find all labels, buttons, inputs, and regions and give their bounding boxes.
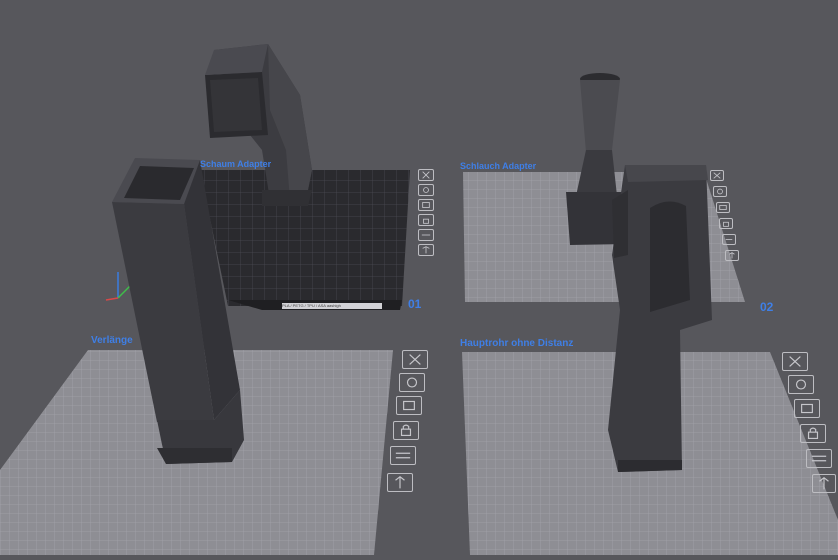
- scene-svg: [0, 44, 838, 555]
- plate-2-close-icon[interactable]: [710, 170, 724, 181]
- plate-3-arrange-icon[interactable]: [396, 396, 422, 415]
- plate-1-move-icon[interactable]: [418, 244, 434, 256]
- plate-2-label[interactable]: Schlauch Adapter: [460, 161, 536, 171]
- plate-2-settings-icon[interactable]: [722, 234, 736, 245]
- plate-4-close-icon[interactable]: [782, 352, 808, 371]
- plate-1-orient-icon[interactable]: [418, 184, 434, 196]
- plate-1-label[interactable]: Schaum Adapter: [200, 159, 271, 169]
- plate-1-settings-icon[interactable]: [418, 229, 434, 241]
- viewport-3d[interactable]: Schaum Adapter 01 Schlauch Adapter 02 Ve…: [0, 0, 838, 555]
- plate-3-orient-icon[interactable]: [399, 373, 425, 392]
- plate-1-close-icon[interactable]: [418, 169, 434, 181]
- plate-1-arrange-icon[interactable]: [418, 199, 434, 211]
- plate-4-lock-icon[interactable]: [800, 424, 826, 443]
- plate-2-orient-icon[interactable]: [713, 186, 727, 197]
- plate-2-arrange-icon[interactable]: [716, 202, 730, 213]
- plate-3-label[interactable]: Verlänge: [91, 335, 133, 346]
- bed-brand-text: PLA / PETG / TPU / ASA aashigh: [282, 303, 341, 308]
- plate-3-settings-icon[interactable]: [390, 446, 416, 465]
- plate-3-close-icon[interactable]: [402, 350, 428, 369]
- plate-4-arrange-icon[interactable]: [794, 399, 820, 418]
- plate-4-label[interactable]: Hauptrohr ohne Distanz: [460, 338, 573, 349]
- plate-3-lock-icon[interactable]: [393, 421, 419, 440]
- plate-1-number: 01: [408, 297, 422, 311]
- plate-4-move-icon[interactable]: [812, 474, 836, 493]
- axis-gizmo: [105, 272, 131, 301]
- plate-4-settings-icon[interactable]: [806, 449, 832, 468]
- plate-2-number: 02: [760, 300, 774, 314]
- plate-3-move-icon[interactable]: [387, 473, 413, 492]
- plate-2-move-icon[interactable]: [725, 250, 739, 261]
- plate-1-lock-icon[interactable]: [418, 214, 434, 226]
- plate-4-orient-icon[interactable]: [788, 375, 814, 394]
- plate-2-lock-icon[interactable]: [719, 218, 733, 229]
